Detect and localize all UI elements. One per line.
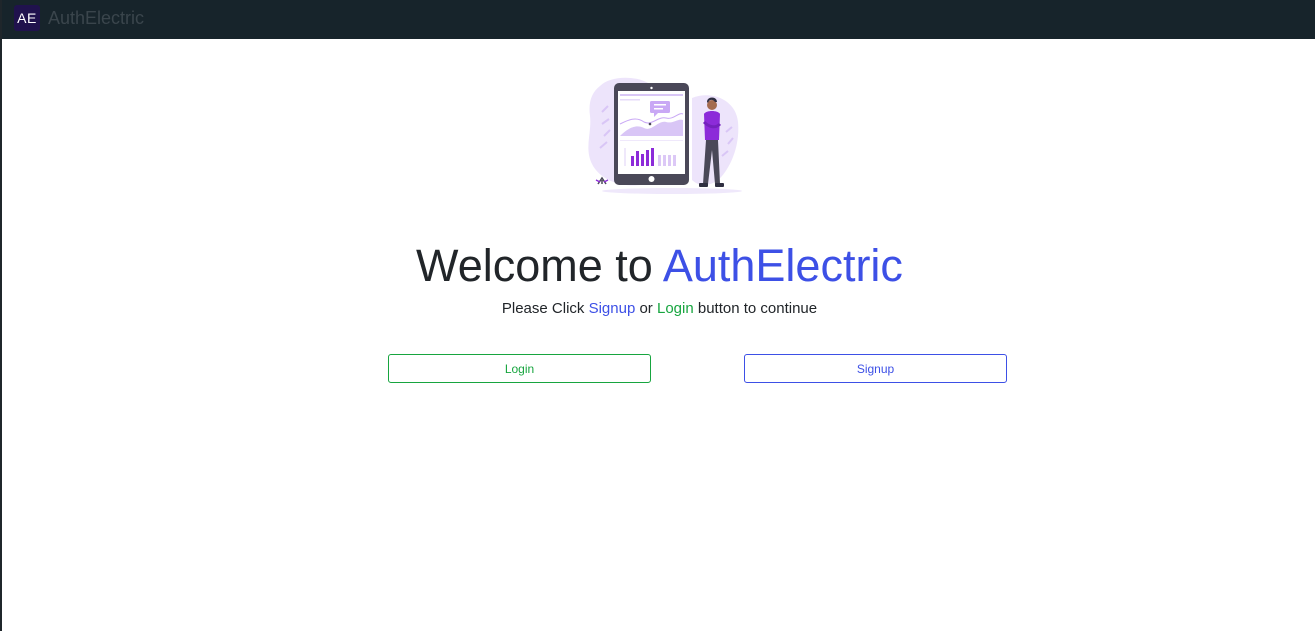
instruction-part3: button to continue <box>693 300 818 317</box>
top-navbar: AE AuthElectric <box>2 0 1315 39</box>
title-prefix: Welcome to <box>416 240 663 291</box>
brand-name: AuthElectric <box>48 8 145 28</box>
page-title: Welcome to AuthElectric <box>2 236 1315 296</box>
instruction-part2: or <box>635 300 657 317</box>
signup-button[interactable]: Signup <box>744 354 1007 383</box>
title-brand: AuthElectric <box>662 240 903 291</box>
hero-illustration <box>588 77 742 194</box>
brand-logo: AE <box>14 5 40 31</box>
instruction-login-word: Login <box>656 300 694 317</box>
app-window: AE AuthElectric Welcome to AuthElectric … <box>0 0 1315 631</box>
instruction-text: Please Click Signup or Login button to c… <box>2 299 1315 319</box>
instruction-part1: Please Click <box>501 300 589 317</box>
brand-link[interactable]: AE AuthElectric <box>14 5 144 31</box>
instruction-signup-word: Signup <box>588 300 636 317</box>
login-button[interactable]: Login <box>388 354 651 383</box>
